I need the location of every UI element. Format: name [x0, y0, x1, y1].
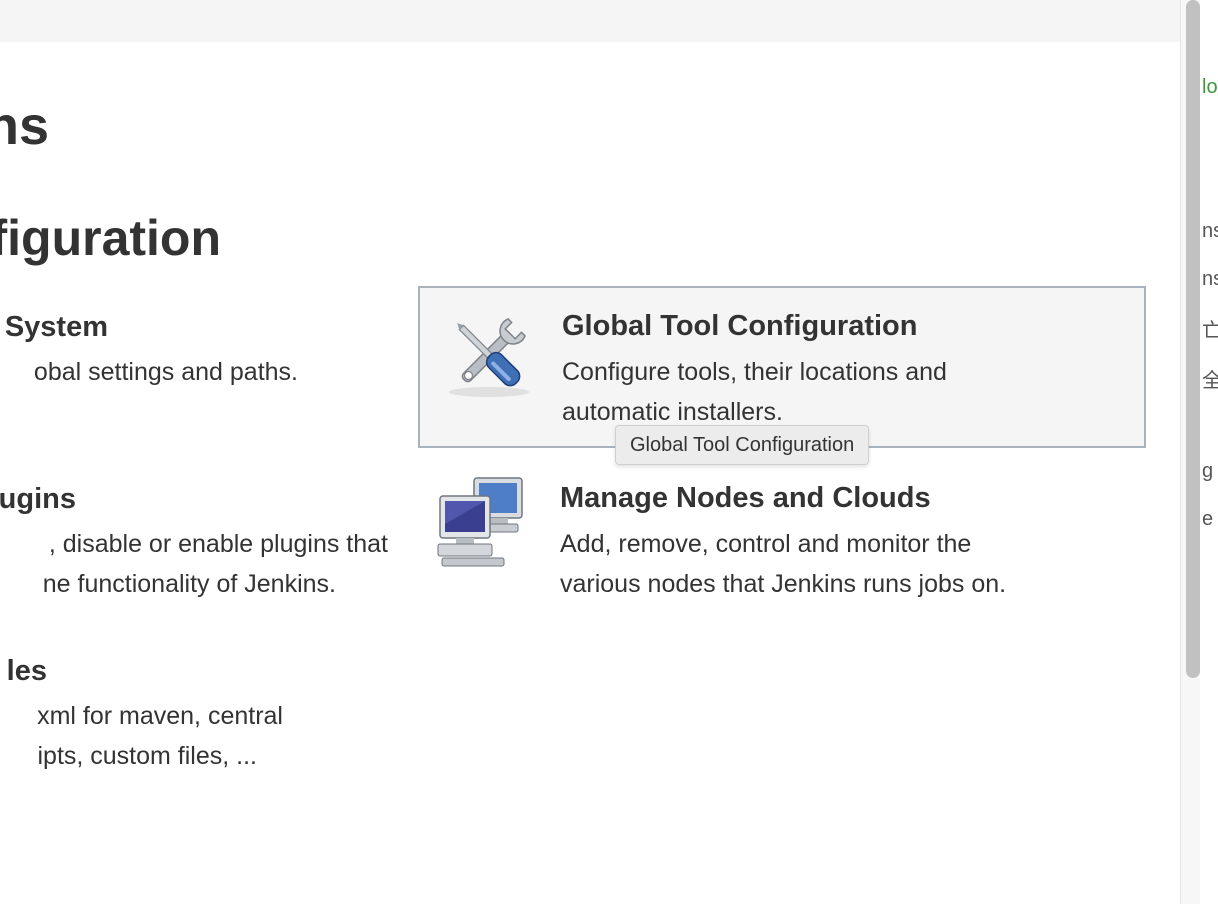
item-desc: obal settings and paths.	[33, 358, 298, 386]
tile-desc-line: various nodes that Jenkins runs jobs on.	[560, 570, 1007, 598]
item-title-system[interactable]: System	[5, 310, 108, 345]
section-title: nfiguration	[0, 210, 221, 266]
side-text: 全	[1202, 370, 1218, 392]
main-content: ns nfiguration System obal settings and …	[0, 42, 1180, 904]
tile-title[interactable]: Global Tool Configuration	[562, 310, 917, 343]
tile-desc: Add, remove, control and monitor the var…	[560, 524, 1120, 604]
side-panel: lo ns ns 亡 全 g e	[1200, 0, 1218, 904]
top-bar	[0, 0, 1180, 42]
item-title-files[interactable]: les	[7, 654, 47, 689]
item-desc: ne functionality of Jenkins.	[42, 570, 336, 598]
page-title: ns	[0, 96, 49, 156]
item-desc: xml for maven, central	[37, 702, 283, 730]
side-text: ns	[1202, 268, 1218, 290]
side-text: 亡	[1202, 320, 1218, 342]
manage-nodes-tile[interactable]: Manage Nodes and Clouds Add, remove, con…	[418, 460, 1146, 610]
tooltip: Global Tool Configuration	[615, 425, 870, 465]
tile-desc-line: Add, remove, control and monitor the	[560, 530, 972, 558]
side-text: g	[1202, 460, 1214, 482]
vertical-scrollbar[interactable]	[1180, 0, 1200, 904]
item-desc: ipts, custom files, ...	[37, 742, 257, 770]
tile-desc: Configure tools, their locations and aut…	[562, 352, 1122, 432]
wrench-screwdriver-icon	[444, 310, 534, 405]
computers-icon	[436, 474, 532, 575]
scrollbar-thumb[interactable]	[1186, 0, 1200, 678]
tile-title[interactable]: Manage Nodes and Clouds	[560, 482, 931, 515]
global-tool-configuration-tile[interactable]: Global Tool Configuration Configure tool…	[418, 286, 1146, 448]
side-text: ns	[1202, 220, 1218, 242]
side-text: e	[1202, 508, 1214, 530]
item-desc: , disable or enable plugins that	[48, 530, 388, 558]
tile-desc-line: Configure tools, their locations and	[562, 358, 947, 386]
item-title-plugins[interactable]: ugins	[0, 482, 76, 517]
side-link[interactable]: lo	[1202, 76, 1218, 99]
